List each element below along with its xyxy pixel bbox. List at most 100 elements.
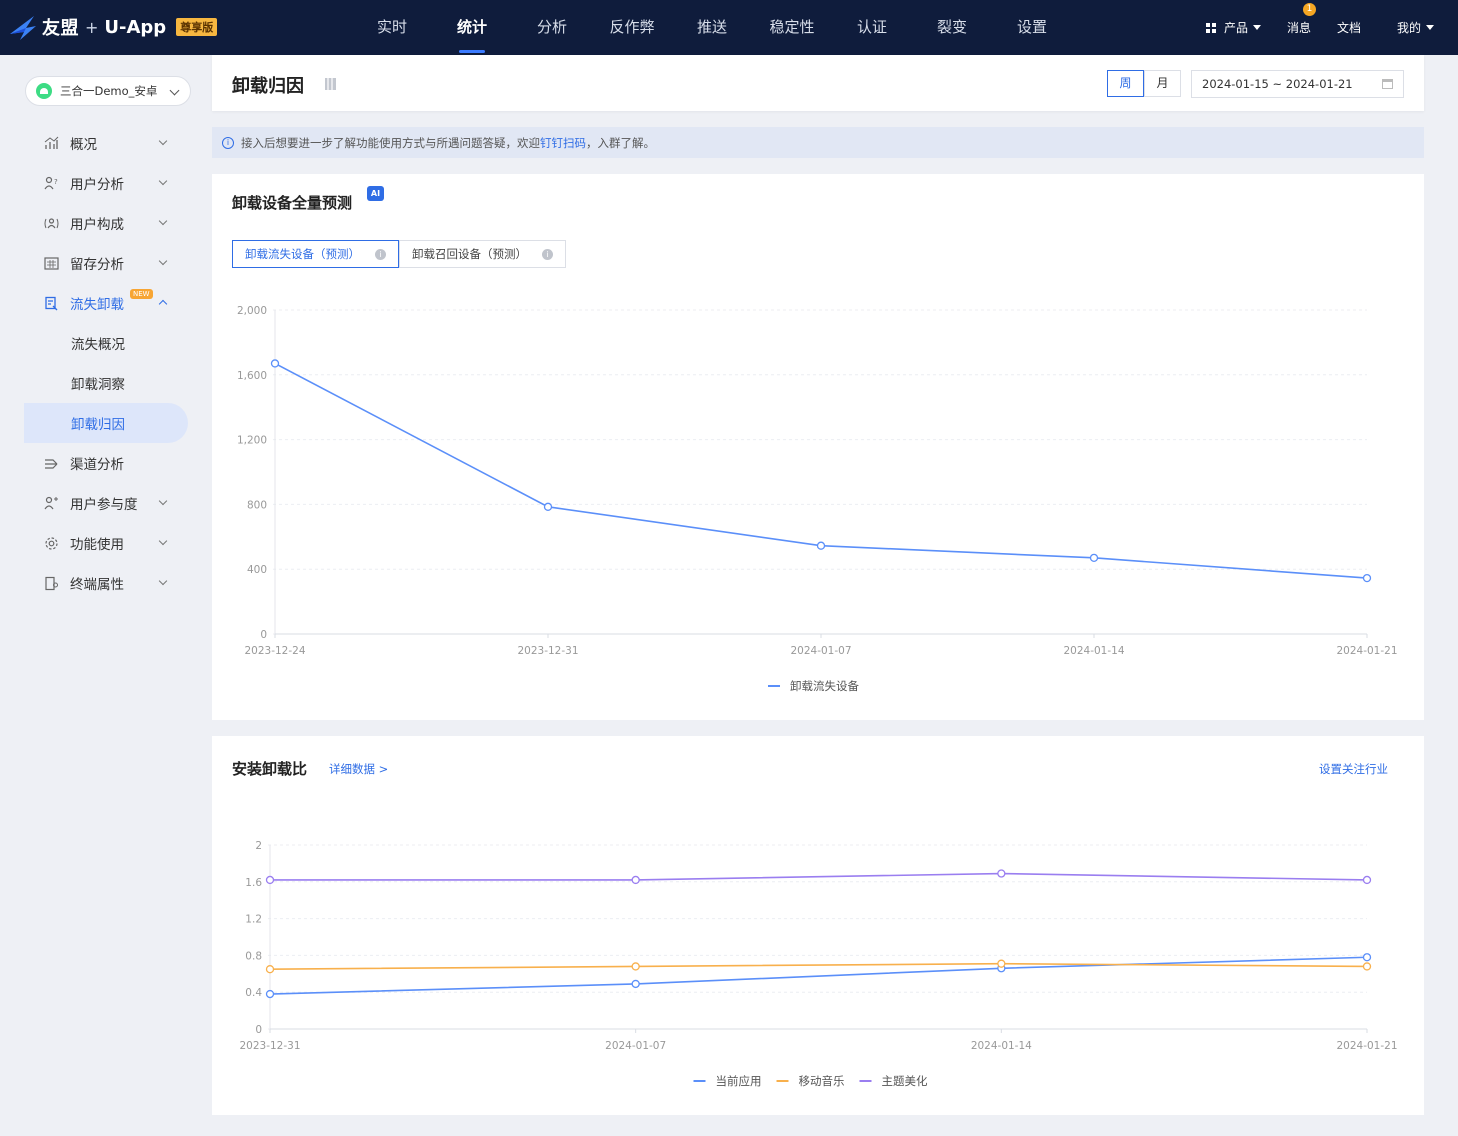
engagement-icon: [44, 496, 59, 511]
gear-icon: [44, 536, 59, 551]
edition-badge: 尊享版: [176, 18, 218, 36]
data-point[interactable]: [816, 541, 826, 550]
period-month-button[interactable]: 月: [1144, 70, 1181, 97]
uninstall-icon: [44, 296, 59, 311]
account-label: 我的: [1396, 21, 1421, 35]
docs-link[interactable]: 文档: [1337, 19, 1361, 36]
nav-statistics[interactable]: 统计: [432, 0, 512, 55]
data-point[interactable]: [265, 875, 275, 885]
data-point[interactable]: [1362, 875, 1372, 885]
page-header: 卸载归因 周 月 2024-01-15 ~ 2024-01-21: [212, 55, 1424, 111]
y-tick-label: 0: [260, 629, 267, 641]
sidebar-subitem-uninstall-insight[interactable]: 卸载洞察: [24, 363, 188, 403]
nav-push[interactable]: 推送: [672, 0, 752, 55]
data-point[interactable]: [997, 964, 1006, 973]
legend-label[interactable]: 当前应用: [716, 1074, 762, 1088]
page-title: 卸载归因: [232, 76, 304, 97]
x-tick-label: 2023-12-31: [239, 1040, 300, 1052]
x-tick-label: 2024-01-21: [1336, 645, 1397, 657]
tab-label: 卸载召回设备（预测）: [412, 247, 527, 261]
legend-label[interactable]: 卸载流失设备: [790, 679, 859, 693]
tab-churn-devices[interactable]: 卸载流失设备（预测） i: [232, 240, 399, 268]
messages-link[interactable]: 1 消息: [1286, 3, 1316, 36]
messages-label: 消息: [1286, 21, 1311, 35]
y-tick-label: 800: [247, 499, 267, 511]
data-point[interactable]: [270, 359, 280, 368]
nav-realtime[interactable]: 实时: [352, 0, 432, 55]
legend-label[interactable]: 移动音乐: [799, 1074, 845, 1088]
sidebar-subitem-churn-overview[interactable]: 流失概况: [24, 323, 188, 363]
sidebar-item-user-analysis[interactable]: ? 用户分析: [24, 163, 188, 203]
sidebar-item-engagement[interactable]: 用户参与度: [24, 483, 188, 523]
data-point[interactable]: [631, 875, 640, 885]
ai-badge: AI: [367, 186, 384, 201]
sidebar-menu: 概况 ? 用户分析 用户构成 留存分析 流失卸载 NEW 流失概况 卸载洞察 卸…: [24, 123, 188, 603]
nav-settings[interactable]: 设置: [992, 0, 1072, 55]
products-menu[interactable]: 产品: [1205, 19, 1261, 36]
data-point[interactable]: [1362, 573, 1372, 583]
data-point[interactable]: [1089, 553, 1099, 563]
data-point[interactable]: [1362, 962, 1372, 971]
nav-anti-cheat[interactable]: 反作弊: [592, 0, 672, 55]
sidebar-item-user-composition[interactable]: 用户构成: [24, 203, 188, 243]
data-point[interactable]: [997, 869, 1006, 878]
bar-chart-icon: [44, 136, 59, 151]
sidebar-item-churn-uninstall[interactable]: 流失卸载 NEW: [24, 283, 188, 323]
data-point[interactable]: [265, 965, 275, 974]
new-badge: NEW: [130, 289, 153, 299]
x-tick-label: 2023-12-24: [244, 645, 305, 657]
data-point[interactable]: [631, 962, 640, 971]
info-notice: i 接入后想要进一步了解功能使用方式与所遇问题答疑，欢迎 钉钉扫码 ，入群了解。: [212, 127, 1424, 158]
install-uninstall-ratio-card: 安装卸载比 详细数据 > 设置关注行业 0 0.4 0.8 1.2 1.6 2 2023-1…: [212, 736, 1424, 1115]
sidebar-item-feature-usage[interactable]: 功能使用: [24, 523, 188, 563]
account-menu[interactable]: 我的: [1397, 19, 1434, 36]
chevron-down-icon: [158, 216, 168, 226]
calendar-icon: [1382, 79, 1393, 89]
app-selector[interactable]: 三合一Demo_安卓: [25, 76, 191, 106]
period-week-button[interactable]: 周: [1107, 70, 1144, 97]
legend-label[interactable]: 主题美化: [882, 1074, 928, 1088]
tab-recall-devices[interactable]: 卸载召回设备（预测） i: [399, 240, 566, 268]
brand-logo[interactable]: 友盟 + U-App 尊享版: [8, 10, 218, 44]
sidebar-item-device-properties[interactable]: 终端属性: [24, 563, 188, 603]
x-tick-label: 2023-12-31: [517, 645, 578, 657]
data-point[interactable]: [265, 989, 275, 999]
book-icon[interactable]: [324, 77, 337, 91]
info-circle-icon[interactable]: i: [542, 248, 553, 260]
brand-plus: +: [85, 17, 99, 37]
data-point[interactable]: [1362, 953, 1372, 962]
brand-name: 友盟: [42, 18, 79, 39]
y-tick-label: 1.2: [245, 914, 262, 926]
sidebar-item-retention[interactable]: 留存分析: [24, 243, 188, 283]
nav-auth[interactable]: 认证: [832, 0, 912, 55]
set-industry-link[interactable]: 设置关注行业: [1319, 761, 1388, 777]
svg-text:?: ?: [54, 178, 58, 186]
dingtalk-scan-link[interactable]: 钉钉扫码: [540, 135, 586, 151]
product-name: U-App: [104, 16, 167, 38]
data-point[interactable]: [997, 959, 1006, 968]
sidebar-subitem-uninstall-attribution[interactable]: 卸载归因: [24, 403, 188, 443]
y-tick-label: 2: [255, 840, 262, 852]
series-line: [269, 962, 1368, 970]
date-range-picker[interactable]: 2024-01-15 ~ 2024-01-21: [1191, 70, 1404, 98]
data-point[interactable]: [543, 502, 553, 511]
chevron-down-icon: [158, 536, 168, 546]
detail-data-link[interactable]: 详细数据 >: [329, 761, 388, 777]
x-tick-label: 2024-01-14: [971, 1040, 1032, 1052]
nav-analysis[interactable]: 分析: [512, 0, 592, 55]
forecast-tabs: 卸载流失设备（预测） i 卸载召回设备（预测） i: [232, 240, 566, 268]
chevron-down-icon: [169, 85, 180, 96]
nav-fission[interactable]: 裂变: [912, 0, 992, 55]
chevron-down-icon: [158, 496, 168, 506]
sidebar-item-label: 渠道分析: [70, 457, 124, 473]
sidebar-item-overview[interactable]: 概况: [24, 123, 188, 163]
nav-right-group: 产品 1 消息 文档 我的: [1180, 0, 1434, 55]
info-circle-icon[interactable]: i: [375, 248, 386, 260]
app-name: 三合一Demo_安卓: [60, 84, 158, 98]
y-tick-label: 0.8: [245, 950, 262, 962]
device-icon: [44, 576, 59, 591]
data-point[interactable]: [631, 979, 640, 989]
sidebar-item-channel[interactable]: 渠道分析: [24, 443, 188, 483]
date-range-value: 2024-01-15 ~ 2024-01-21: [1202, 77, 1353, 91]
nav-stability[interactable]: 稳定性: [752, 0, 832, 55]
